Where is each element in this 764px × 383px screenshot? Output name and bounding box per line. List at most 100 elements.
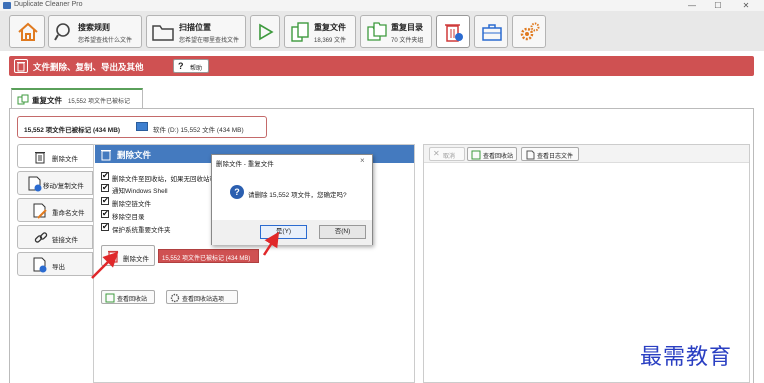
side-tab-rename[interactable]: 重命名文件 <box>17 198 93 222</box>
confirm-delete-dialog: 删除文件 - 重复文件 × ? 请删除 15,552 项文件，您确定吗? 是(Y… <box>211 154 373 245</box>
home-icon <box>18 22 38 41</box>
side-tab-label: 链接文件 <box>52 237 78 244</box>
duplicate-folders-button[interactable]: 重复目录 70 文件夹组 <box>360 15 432 48</box>
option-notify-shell-checkbox[interactable] <box>101 183 109 192</box>
option-protect-system-label: 保护系统重要文件夹 <box>112 227 171 234</box>
toolbox-icon <box>482 24 502 41</box>
search-rules-button[interactable]: 搜索规则 您希望查找什么文件 <box>48 15 142 48</box>
view-recycle-bin-label: 查看回收站 <box>117 297 148 303</box>
cancel-label: 取消 <box>443 154 456 160</box>
view-log-label: 查看日志文件 <box>537 154 574 160</box>
side-tab-label: 重命名文件 <box>52 210 85 217</box>
tab-subtitle: 15,552 项文件已被标记 <box>68 99 131 105</box>
option-recycle-bin-label: 删除文件至回收站，如果无回收站可 <box>112 176 216 183</box>
gear-icon <box>170 293 180 303</box>
trash-icon <box>445 24 463 42</box>
question-icon: ? <box>230 185 244 199</box>
marked-count: 15,552 项文件已被标记 (434 MB) <box>24 127 121 134</box>
app-icon <box>3 2 11 9</box>
duplicate-files-button[interactable]: 重复文件 18,369 文件 <box>284 15 356 48</box>
file-removal-button[interactable] <box>436 15 470 48</box>
drive-icon <box>136 122 148 131</box>
help-button[interactable]: ? 帮助 <box>173 59 209 73</box>
marked-count-text: 15,552 项文件已被标记 (434 MB) <box>162 256 251 262</box>
folder-icon <box>152 25 174 41</box>
delete-files-button[interactable]: 删除文件 <box>101 245 155 266</box>
delete-section-title: 删除文件 <box>117 150 152 160</box>
start-scan-button[interactable] <box>250 15 280 48</box>
tab-title: 重复文件 <box>32 96 62 105</box>
recycle-bin-icon <box>471 150 481 160</box>
search-icon <box>54 23 70 41</box>
home-button[interactable] <box>9 15 45 48</box>
option-remove-empty-dirs-checkbox[interactable] <box>101 209 109 218</box>
recycle-bin-options-button[interactable]: 查看回收站选项 <box>166 290 238 304</box>
section-banner: 文件删除、复制、导出及其他 ? 帮助 <box>9 56 754 76</box>
duplicate-folders-title: 重复目录 <box>391 23 423 32</box>
play-icon <box>259 23 274 41</box>
marked-stats-box: 15,552 项文件已被标记 (434 MB) 软件 (D:) 15,552 文… <box>17 116 267 138</box>
view-recycle-bin-button-right[interactable]: 查看回收站 <box>467 147 517 161</box>
maximize-button[interactable]: ☐ <box>706 0 730 11</box>
close-button[interactable]: ✕ <box>734 0 758 11</box>
option-protect-system-checkbox[interactable] <box>101 222 109 231</box>
marked-count-badge: 15,552 项文件已被标记 (434 MB) <box>158 249 259 263</box>
move-file-icon <box>28 176 42 192</box>
close-icon: ✕ <box>433 149 440 158</box>
side-tab-label: 导出 <box>52 264 65 271</box>
scan-location-button[interactable]: 扫描位置 您希望在哪里查找文件 <box>146 15 246 48</box>
export-icon <box>33 257 47 273</box>
yes-button[interactable]: 是(Y) <box>260 225 307 239</box>
search-rules-title: 搜索规则 <box>78 23 110 32</box>
view-recycle-bin-label: 查看回收站 <box>483 154 514 160</box>
trash-icon <box>14 59 28 73</box>
recycle-bin-options-label: 查看回收站选项 <box>182 297 225 303</box>
toolbox-button[interactable] <box>474 15 508 48</box>
side-tab-label: 删除文件 <box>52 156 78 163</box>
option-recycle-bin-checkbox[interactable] <box>101 171 109 180</box>
link-icon <box>34 232 48 243</box>
scan-location-title: 扫描位置 <box>179 23 211 32</box>
title-bar: Duplicate Cleaner Pro — ☐ ✕ <box>0 0 764 11</box>
trash-icon <box>35 152 45 164</box>
duplicate-files-count: 18,369 文件 <box>314 38 347 44</box>
duplicate-files-icon <box>17 94 29 105</box>
side-tab-move-copy[interactable]: 移动/复制文件 <box>17 171 93 195</box>
side-tab-label: 移动/复制文件 <box>43 183 84 190</box>
help-label: 帮助 <box>190 66 203 72</box>
option-delete-links-label: 删除空链文件 <box>112 201 151 208</box>
search-rules-subtitle: 您希望查找什么文件 <box>78 38 133 44</box>
log-toolbar: ✕ 取消 查看回收站 查看日志文件 <box>424 145 749 163</box>
view-log-button[interactable]: 查看日志文件 <box>521 147 579 161</box>
side-tab-export[interactable]: 导出 <box>17 252 93 276</box>
dialog-title: 删除文件 - 重复文件 <box>216 161 274 168</box>
tab-duplicate-files[interactable]: 重复文件 15,552 项文件已被标记 <box>11 88 143 108</box>
rename-file-icon <box>33 203 47 219</box>
trash-icon <box>108 250 118 263</box>
recycle-bin-icon <box>105 293 115 303</box>
gears-icon <box>520 22 540 41</box>
duplicate-files-icon <box>291 22 309 42</box>
side-tab-link[interactable]: 链接文件 <box>17 225 93 249</box>
option-delete-links-checkbox[interactable] <box>101 196 109 205</box>
banner-title: 文件删除、复制、导出及其他 <box>33 62 144 72</box>
option-notify-shell-label: 通知Windows Shell <box>112 188 168 195</box>
dialog-message: 请删除 15,552 项文件，您确定吗? <box>248 192 347 199</box>
minimize-button[interactable]: — <box>680 0 704 11</box>
cancel-button[interactable]: ✕ 取消 <box>429 147 465 161</box>
duplicate-folders-icon <box>367 22 387 41</box>
dialog-close-button[interactable]: × <box>360 156 365 165</box>
scan-location-subtitle: 您希望在哪里查找文件 <box>179 38 240 44</box>
view-recycle-bin-button[interactable]: 查看回收站 <box>101 290 155 304</box>
window-title: Duplicate Cleaner Pro <box>14 1 83 8</box>
drive-summary: 软件 (D:) 15,552 文件 (434 MB) <box>153 127 244 134</box>
delete-files-label: 删除文件 <box>123 256 149 263</box>
log-file-icon <box>526 150 535 160</box>
side-tab-delete[interactable]: 删除文件 <box>17 144 93 168</box>
duplicate-folders-count: 70 文件夹组 <box>391 38 424 44</box>
trash-icon <box>101 150 111 161</box>
main-toolbar: 搜索规则 您希望查找什么文件 扫描位置 您希望在哪里查找文件 重复文件 18,3… <box>0 11 764 51</box>
settings-button[interactable] <box>512 15 546 48</box>
no-button[interactable]: 否(N) <box>319 225 366 239</box>
option-remove-empty-dirs-label: 移除空目录 <box>112 214 145 221</box>
